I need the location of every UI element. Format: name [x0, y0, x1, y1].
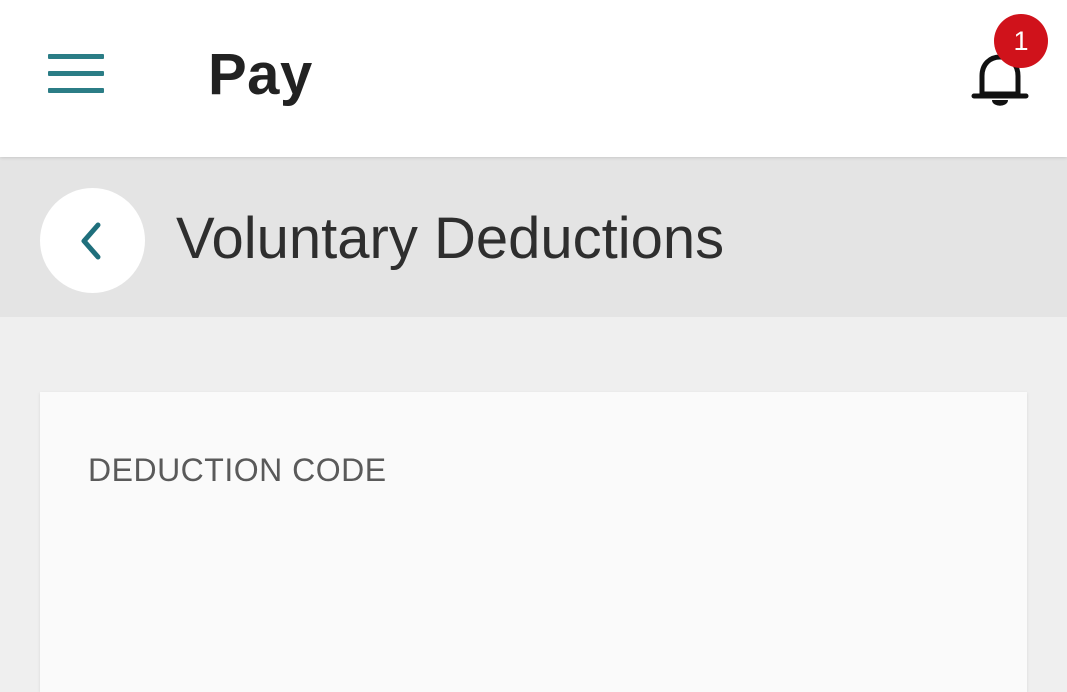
- deduction-code-label: DEDUCTION CODE: [88, 452, 387, 488]
- app-title: Pay: [208, 42, 313, 107]
- page-title: Voluntary Deductions: [176, 206, 725, 271]
- menu-button[interactable]: [44, 48, 108, 98]
- chevron-left-icon: [81, 222, 101, 260]
- deduction-card: DEDUCTION CODE: [40, 392, 1027, 692]
- back-button[interactable]: [40, 188, 145, 293]
- page-subheader: Voluntary Deductions: [0, 157, 1067, 317]
- content-area: DEDUCTION CODE: [0, 317, 1067, 692]
- deduction-code-value: [88, 532, 968, 592]
- app-header: Pay 1: [0, 0, 1067, 157]
- notification-badge: 1: [994, 14, 1048, 68]
